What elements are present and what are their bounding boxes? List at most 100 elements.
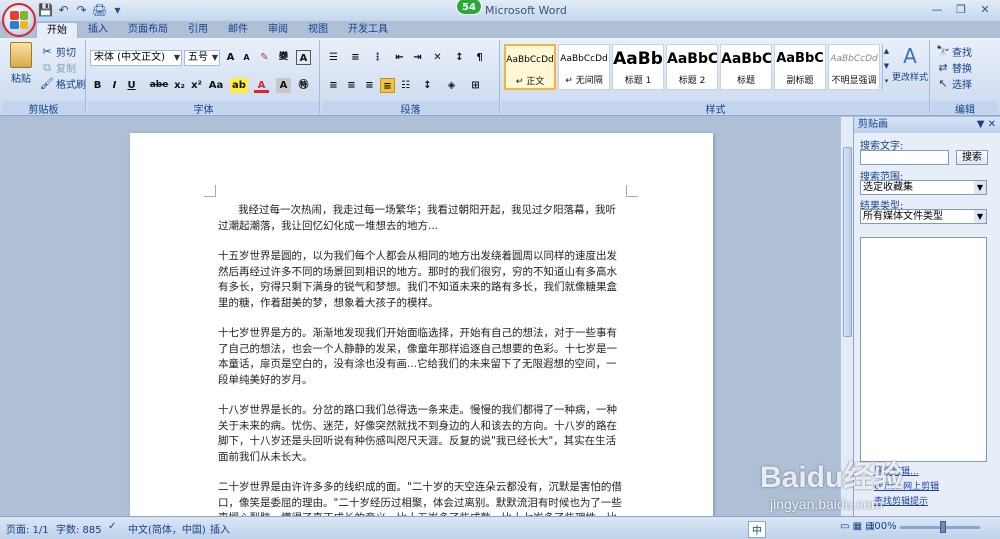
office-button[interactable] <box>2 3 36 37</box>
style-name: 不明显强调 <box>831 76 877 86</box>
style-heading-2[interactable]: AaBbC 标题 2 <box>666 44 718 90</box>
tab-references[interactable]: 引用 <box>178 22 218 38</box>
subscript-button[interactable]: x₂ <box>172 78 187 93</box>
underline-button[interactable]: U <box>124 78 139 93</box>
style-normal[interactable]: AaBbCcDd ↵ 正文 <box>504 44 556 90</box>
strikethrough-button[interactable]: abe <box>148 78 170 93</box>
font-group-label: 字体 <box>88 101 319 116</box>
phonetic-guide-button[interactable]: 變 <box>276 50 291 65</box>
borders-button[interactable]: ⊞ <box>468 78 483 93</box>
distributed-button[interactable]: ☷ <box>398 78 413 93</box>
search-button[interactable]: 搜索 <box>956 150 988 165</box>
paragraph-fifteen[interactable]: 十五岁世界是圆的，以为我们每个人都会从相同的地方出发绕着圆周以同样的速度出发然后… <box>218 249 625 311</box>
tab-view[interactable]: 视图 <box>298 22 338 38</box>
style-name: 标题 1 <box>624 76 652 86</box>
chevron-down-icon: ▼ <box>173 53 180 62</box>
sort-button[interactable]: ↕ <box>452 50 467 65</box>
paragraph-twenty[interactable]: 二十岁世界是由许许多多的线织成的面。"二十岁的天空连朵云都没有，沉默是害怕的借口… <box>218 480 625 516</box>
save-icon[interactable]: 💾 <box>38 3 53 18</box>
clear-format-button[interactable]: ✎ <box>257 50 272 65</box>
word-count[interactable]: 字数: 885 <box>56 521 102 536</box>
decrease-indent-button[interactable]: ⇤ <box>392 50 407 65</box>
paragraph-eighteen[interactable]: 十八岁世界是长的。分岔的路口我们总得选一条来走。慢慢的我们都得了一种病，一种关于… <box>218 403 625 465</box>
replace-label: 替换 <box>952 64 972 75</box>
style-subtitle[interactable]: AaBbC 副标题 <box>774 44 826 90</box>
enclose-char-button[interactable]: ㊕ <box>296 78 311 93</box>
search-input[interactable] <box>860 150 949 165</box>
close-button[interactable]: ✕ <box>974 2 996 18</box>
bold-button[interactable]: B <box>90 78 105 93</box>
style-no-spacing[interactable]: AaBbCcDd ↵ 无间隔 <box>558 44 610 90</box>
customize-qat-icon[interactable]: ▾ <box>110 3 125 18</box>
undo-icon[interactable]: ↶ <box>56 3 71 18</box>
style-heading-1[interactable]: AaBb 标题 1 <box>612 44 664 90</box>
insert-mode[interactable]: 插入 <box>210 521 230 536</box>
font-size-value: 五号 <box>188 52 208 63</box>
superscript-button[interactable]: x² <box>189 78 204 93</box>
italic-button[interactable]: I <box>107 78 122 93</box>
pane-controls[interactable]: ▼ ✕ <box>977 117 996 133</box>
style-subtle-emphasis[interactable]: AaBbCcDd 不明显强调 <box>828 44 880 90</box>
char-border-button[interactable]: A <box>296 50 311 65</box>
zoom-slider-thumb[interactable] <box>940 521 946 533</box>
justify-button[interactable]: ≡ <box>380 78 395 93</box>
font-size-combo[interactable]: 五号 ▼ <box>184 50 220 66</box>
minimize-button[interactable]: — <box>926 2 948 18</box>
style-title[interactable]: AaBbC 标题 <box>720 44 772 90</box>
results-list[interactable] <box>860 237 987 462</box>
align-right-button[interactable]: ≡ <box>362 78 377 93</box>
font-name-combo[interactable]: 宋体 (中文正文) ▼ <box>90 50 182 66</box>
tab-insert[interactable]: 插入 <box>78 22 118 38</box>
paragraph-intro[interactable]: 我经过每一次热闹，我走过每一场繁华；我看过朝阳开起，我见过夕阳落幕，我听过潮起潮… <box>218 203 625 234</box>
paste-button[interactable]: 粘贴 <box>6 42 36 85</box>
align-center-button[interactable]: ≡ <box>344 78 359 93</box>
scope-select[interactable]: 选定收藏集 ▼ <box>860 180 987 195</box>
cut-button[interactable]: ✂ 剪切 <box>40 44 76 60</box>
tab-home[interactable]: 开始 <box>36 22 78 38</box>
asian-layout-button[interactable]: ✕ <box>430 50 445 65</box>
font-color-button[interactable]: A <box>254 78 269 93</box>
redo-icon[interactable]: ↷ <box>74 3 89 18</box>
change-case-button[interactable]: Aa <box>206 78 226 93</box>
tab-page-layout[interactable]: 页面布局 <box>118 22 178 38</box>
bullets-button[interactable]: ☰ <box>326 50 341 65</box>
print-preview-icon[interactable]: 🖨 <box>92 3 107 18</box>
spelling-check-icon[interactable]: ✓ <box>108 521 116 532</box>
char-shading-button[interactable]: A <box>276 78 291 93</box>
document-page[interactable]: 我经过每一次热闹，我走过每一场繁华；我看过朝阳开起，我见过夕阳落幕，我听过潮起潮… <box>130 133 713 516</box>
tab-mailings[interactable]: 邮件 <box>218 22 258 38</box>
tab-review[interactable]: 审阅 <box>258 22 298 38</box>
quick-access-toolbar: 💾 ↶ ↷ 🖨 ▾ <box>38 3 125 18</box>
copy-button[interactable]: ⧉ 复制 <box>40 60 76 76</box>
chevron-down-icon: ▼ <box>211 53 218 62</box>
highlight-button[interactable]: ab <box>230 78 248 93</box>
format-painter-button[interactable]: 🖌 格式刷 <box>40 76 86 92</box>
shading-button[interactable]: ◈ <box>444 78 459 93</box>
type-select[interactable]: 所有媒体文件类型 ▼ <box>860 209 987 224</box>
grow-font-button[interactable]: A <box>223 50 238 65</box>
multilevel-list-button[interactable]: ⋮ <box>370 50 385 65</box>
zoom-level[interactable]: 100% <box>868 521 897 532</box>
style-sample: AaBbCcDd <box>560 54 608 64</box>
maximize-button[interactable]: ❐ <box>950 2 972 18</box>
editing-group-label: 编辑 <box>932 101 998 116</box>
tab-developer[interactable]: 开发工具 <box>338 22 398 38</box>
cursor-icon: ↖ <box>938 76 948 90</box>
type-value: 所有媒体文件类型 <box>863 211 943 222</box>
numbering-button[interactable]: ≡ <box>348 50 363 65</box>
paragraph-seventeen[interactable]: 十七岁世界是方的。渐渐地发现我们开始面临选择，开始有自己的想法，对于一些事有了自… <box>218 326 625 388</box>
shrink-font-button[interactable]: A <box>239 50 254 65</box>
align-left-button[interactable]: ≡ <box>326 78 341 93</box>
line-spacing-button[interactable]: ↕ <box>420 78 435 93</box>
show-marks-button[interactable]: ¶ <box>472 50 487 65</box>
select-button[interactable]: ↖ 选择 <box>936 76 972 92</box>
styles-scroll[interactable]: ▲ ▼ ▾ <box>882 44 890 90</box>
increase-indent-button[interactable]: ⇥ <box>410 50 425 65</box>
scroll-thumb[interactable] <box>843 147 852 337</box>
replace-button[interactable]: ⇄ 替换 <box>936 60 972 76</box>
page-count[interactable]: 页面: 1/1 <box>6 521 49 536</box>
change-styles-button[interactable]: A 更改样式 <box>892 44 928 83</box>
find-button[interactable]: 🔭 查找 <box>936 44 972 60</box>
ime-indicator[interactable]: 中 <box>748 521 766 538</box>
language-indicator[interactable]: 中文(简体，中国) <box>128 521 206 536</box>
